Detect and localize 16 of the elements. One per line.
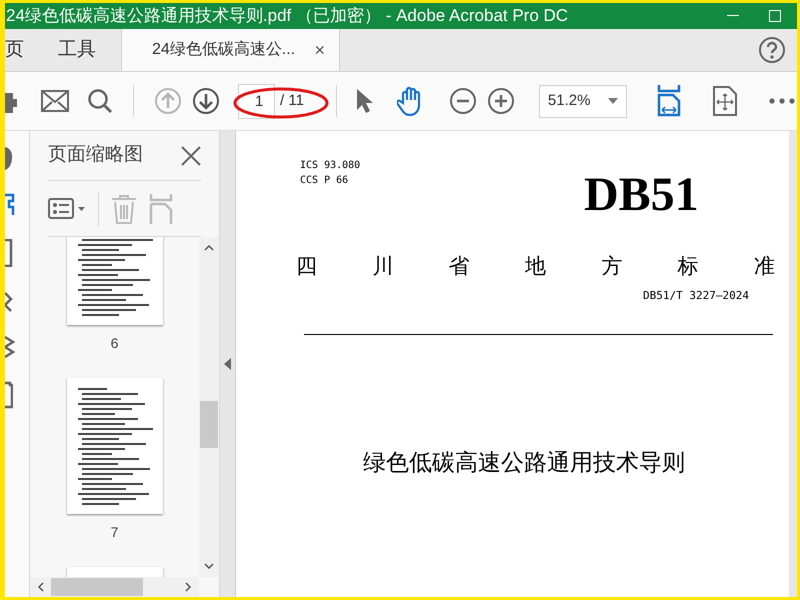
tab-close-button[interactable]: × (314, 36, 325, 64)
panel-title: 页面缩略图 (48, 143, 143, 168)
page-label: 7 (110, 523, 118, 542)
ics-code: ICS 93.080 (300, 159, 360, 173)
page-label: 6 (110, 334, 118, 353)
tab[interactable]: 页 (5, 29, 27, 71)
document-title: 绿色低碳高速公路通用技术导则 (363, 448, 685, 477)
zoom-dropdown[interactable]: 51.2% (538, 84, 627, 118)
tab[interactable]: 工具 (55, 29, 99, 71)
window-title: 24绿色低碳高速公路通用技术导则.pdf （已加密） - Adobe Acrobat Pro DC (6, 5, 570, 28)
standard-number: DB51/T 3227—2024 (643, 288, 749, 304)
standard-code: DB51 (584, 171, 699, 219)
tab[interactable]: 24绿色低碳高速公... × (121, 29, 340, 71)
ccs-code: CCS P 66 (300, 174, 350, 188)
document-heading: 四川省地方标准 (296, 256, 775, 277)
page-total: / 11 (280, 90, 304, 111)
